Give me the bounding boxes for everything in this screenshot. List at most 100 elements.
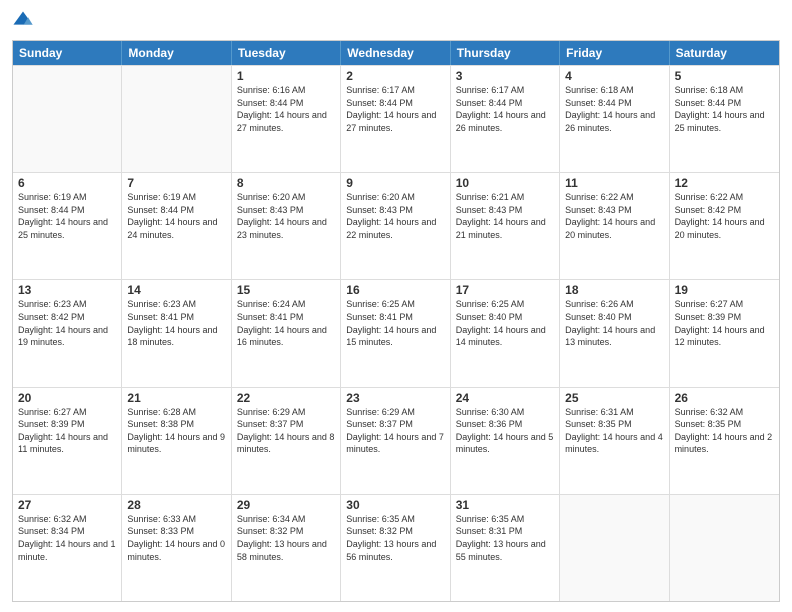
calendar-cell: 27Sunrise: 6:32 AMSunset: 8:34 PMDayligh…	[13, 495, 122, 601]
cell-date: 20	[18, 391, 116, 405]
cell-info: Sunrise: 6:35 AMSunset: 8:32 PMDaylight:…	[346, 513, 444, 563]
cell-info: Sunrise: 6:20 AMSunset: 8:43 PMDaylight:…	[346, 191, 444, 241]
calendar-cell: 22Sunrise: 6:29 AMSunset: 8:37 PMDayligh…	[232, 388, 341, 494]
cell-info: Sunrise: 6:34 AMSunset: 8:32 PMDaylight:…	[237, 513, 335, 563]
cell-date: 30	[346, 498, 444, 512]
main-container: SundayMondayTuesdayWednesdayThursdayFrid…	[0, 0, 792, 612]
day-header-wednesday: Wednesday	[341, 41, 450, 65]
cell-date: 9	[346, 176, 444, 190]
cell-info: Sunrise: 6:21 AMSunset: 8:43 PMDaylight:…	[456, 191, 554, 241]
calendar: SundayMondayTuesdayWednesdayThursdayFrid…	[12, 40, 780, 602]
calendar-cell: 11Sunrise: 6:22 AMSunset: 8:43 PMDayligh…	[560, 173, 669, 279]
cell-date: 7	[127, 176, 225, 190]
calendar-cell: 15Sunrise: 6:24 AMSunset: 8:41 PMDayligh…	[232, 280, 341, 386]
cell-date: 22	[237, 391, 335, 405]
cell-date: 31	[456, 498, 554, 512]
calendar-cell: 25Sunrise: 6:31 AMSunset: 8:35 PMDayligh…	[560, 388, 669, 494]
calendar-header: SundayMondayTuesdayWednesdayThursdayFrid…	[13, 41, 779, 65]
cell-date: 29	[237, 498, 335, 512]
cell-info: Sunrise: 6:29 AMSunset: 8:37 PMDaylight:…	[346, 406, 444, 456]
cell-info: Sunrise: 6:35 AMSunset: 8:31 PMDaylight:…	[456, 513, 554, 563]
calendar-cell: 30Sunrise: 6:35 AMSunset: 8:32 PMDayligh…	[341, 495, 450, 601]
cell-info: Sunrise: 6:31 AMSunset: 8:35 PMDaylight:…	[565, 406, 663, 456]
calendar-cell: 3Sunrise: 6:17 AMSunset: 8:44 PMDaylight…	[451, 66, 560, 172]
calendar-cell: 31Sunrise: 6:35 AMSunset: 8:31 PMDayligh…	[451, 495, 560, 601]
cell-date: 2	[346, 69, 444, 83]
calendar-row-3: 20Sunrise: 6:27 AMSunset: 8:39 PMDayligh…	[13, 387, 779, 494]
calendar-cell: 29Sunrise: 6:34 AMSunset: 8:32 PMDayligh…	[232, 495, 341, 601]
cell-date: 18	[565, 283, 663, 297]
cell-info: Sunrise: 6:19 AMSunset: 8:44 PMDaylight:…	[127, 191, 225, 241]
cell-info: Sunrise: 6:32 AMSunset: 8:34 PMDaylight:…	[18, 513, 116, 563]
calendar-cell: 21Sunrise: 6:28 AMSunset: 8:38 PMDayligh…	[122, 388, 231, 494]
cell-date: 4	[565, 69, 663, 83]
cell-date: 17	[456, 283, 554, 297]
day-header-sunday: Sunday	[13, 41, 122, 65]
cell-info: Sunrise: 6:28 AMSunset: 8:38 PMDaylight:…	[127, 406, 225, 456]
calendar-row-4: 27Sunrise: 6:32 AMSunset: 8:34 PMDayligh…	[13, 494, 779, 601]
day-header-monday: Monday	[122, 41, 231, 65]
cell-info: Sunrise: 6:22 AMSunset: 8:43 PMDaylight:…	[565, 191, 663, 241]
cell-date: 24	[456, 391, 554, 405]
calendar-cell	[560, 495, 669, 601]
calendar-cell: 12Sunrise: 6:22 AMSunset: 8:42 PMDayligh…	[670, 173, 779, 279]
cell-date: 26	[675, 391, 774, 405]
header	[12, 10, 780, 32]
cell-date: 27	[18, 498, 116, 512]
calendar-cell: 16Sunrise: 6:25 AMSunset: 8:41 PMDayligh…	[341, 280, 450, 386]
day-header-thursday: Thursday	[451, 41, 560, 65]
cell-date: 3	[456, 69, 554, 83]
calendar-cell: 24Sunrise: 6:30 AMSunset: 8:36 PMDayligh…	[451, 388, 560, 494]
cell-date: 1	[237, 69, 335, 83]
day-header-friday: Friday	[560, 41, 669, 65]
logo-icon	[12, 10, 34, 32]
calendar-cell	[13, 66, 122, 172]
cell-info: Sunrise: 6:27 AMSunset: 8:39 PMDaylight:…	[675, 298, 774, 348]
cell-date: 10	[456, 176, 554, 190]
calendar-cell: 23Sunrise: 6:29 AMSunset: 8:37 PMDayligh…	[341, 388, 450, 494]
cell-info: Sunrise: 6:27 AMSunset: 8:39 PMDaylight:…	[18, 406, 116, 456]
cell-info: Sunrise: 6:25 AMSunset: 8:40 PMDaylight:…	[456, 298, 554, 348]
calendar-cell: 17Sunrise: 6:25 AMSunset: 8:40 PMDayligh…	[451, 280, 560, 386]
cell-info: Sunrise: 6:24 AMSunset: 8:41 PMDaylight:…	[237, 298, 335, 348]
calendar-cell: 8Sunrise: 6:20 AMSunset: 8:43 PMDaylight…	[232, 173, 341, 279]
cell-info: Sunrise: 6:33 AMSunset: 8:33 PMDaylight:…	[127, 513, 225, 563]
cell-date: 21	[127, 391, 225, 405]
logo	[12, 10, 38, 32]
cell-info: Sunrise: 6:32 AMSunset: 8:35 PMDaylight:…	[675, 406, 774, 456]
cell-date: 23	[346, 391, 444, 405]
calendar-cell: 19Sunrise: 6:27 AMSunset: 8:39 PMDayligh…	[670, 280, 779, 386]
cell-date: 11	[565, 176, 663, 190]
calendar-row-0: 1Sunrise: 6:16 AMSunset: 8:44 PMDaylight…	[13, 65, 779, 172]
cell-date: 5	[675, 69, 774, 83]
calendar-cell: 2Sunrise: 6:17 AMSunset: 8:44 PMDaylight…	[341, 66, 450, 172]
calendar-cell: 26Sunrise: 6:32 AMSunset: 8:35 PMDayligh…	[670, 388, 779, 494]
cell-date: 16	[346, 283, 444, 297]
calendar-cell: 18Sunrise: 6:26 AMSunset: 8:40 PMDayligh…	[560, 280, 669, 386]
cell-date: 8	[237, 176, 335, 190]
cell-info: Sunrise: 6:30 AMSunset: 8:36 PMDaylight:…	[456, 406, 554, 456]
cell-info: Sunrise: 6:23 AMSunset: 8:42 PMDaylight:…	[18, 298, 116, 348]
cell-date: 25	[565, 391, 663, 405]
calendar-cell: 20Sunrise: 6:27 AMSunset: 8:39 PMDayligh…	[13, 388, 122, 494]
calendar-cell: 5Sunrise: 6:18 AMSunset: 8:44 PMDaylight…	[670, 66, 779, 172]
day-header-tuesday: Tuesday	[232, 41, 341, 65]
calendar-cell: 1Sunrise: 6:16 AMSunset: 8:44 PMDaylight…	[232, 66, 341, 172]
day-header-saturday: Saturday	[670, 41, 779, 65]
calendar-cell	[122, 66, 231, 172]
cell-info: Sunrise: 6:22 AMSunset: 8:42 PMDaylight:…	[675, 191, 774, 241]
cell-info: Sunrise: 6:16 AMSunset: 8:44 PMDaylight:…	[237, 84, 335, 134]
cell-info: Sunrise: 6:17 AMSunset: 8:44 PMDaylight:…	[456, 84, 554, 134]
cell-info: Sunrise: 6:26 AMSunset: 8:40 PMDaylight:…	[565, 298, 663, 348]
cell-date: 19	[675, 283, 774, 297]
cell-date: 15	[237, 283, 335, 297]
calendar-cell: 10Sunrise: 6:21 AMSunset: 8:43 PMDayligh…	[451, 173, 560, 279]
cell-date: 6	[18, 176, 116, 190]
cell-info: Sunrise: 6:18 AMSunset: 8:44 PMDaylight:…	[565, 84, 663, 134]
calendar-cell: 14Sunrise: 6:23 AMSunset: 8:41 PMDayligh…	[122, 280, 231, 386]
calendar-cell: 7Sunrise: 6:19 AMSunset: 8:44 PMDaylight…	[122, 173, 231, 279]
cell-info: Sunrise: 6:23 AMSunset: 8:41 PMDaylight:…	[127, 298, 225, 348]
cell-info: Sunrise: 6:17 AMSunset: 8:44 PMDaylight:…	[346, 84, 444, 134]
cell-date: 13	[18, 283, 116, 297]
cell-info: Sunrise: 6:19 AMSunset: 8:44 PMDaylight:…	[18, 191, 116, 241]
